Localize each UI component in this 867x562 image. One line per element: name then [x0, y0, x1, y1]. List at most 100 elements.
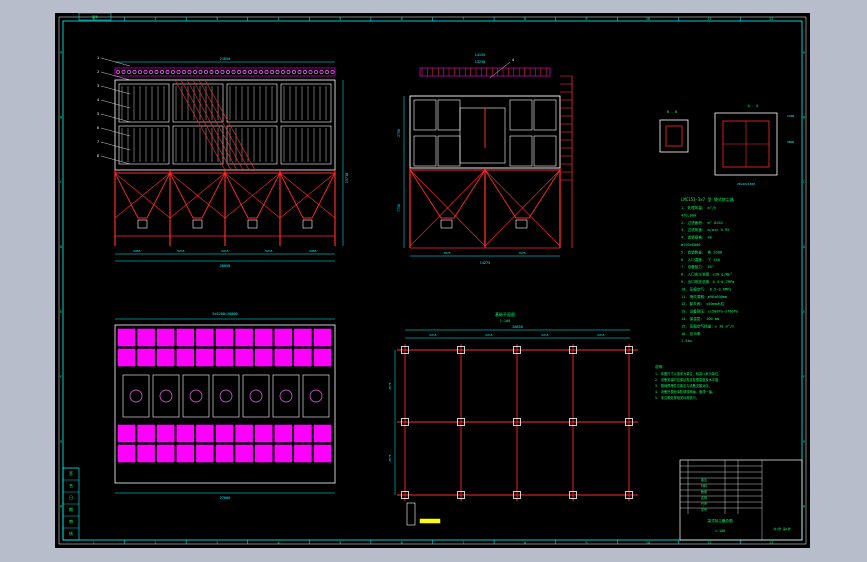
valve-circle	[165, 70, 170, 74]
valve-circle	[160, 70, 164, 74]
hopper	[409, 169, 486, 219]
spec-line: 6. 入口温度： ℃ 150	[681, 257, 720, 262]
notes-title: 说明：	[655, 364, 666, 369]
side-panel	[413, 99, 437, 131]
dim-front-total: 26858	[220, 264, 231, 268]
valve-circle	[171, 70, 175, 74]
grid-number-top: 3	[216, 17, 218, 21]
valve-circle	[248, 70, 252, 74]
plan-compartment	[242, 374, 270, 418]
leader-number: 5	[97, 112, 99, 116]
dim-foundation: 5215	[429, 333, 436, 337]
filter-cell	[176, 348, 195, 367]
filter-cell	[137, 424, 155, 443]
front-top-rail	[114, 67, 336, 77]
side-center-duct	[459, 107, 506, 164]
grid-number-top: 10	[646, 17, 650, 21]
notes-line: 3. 基础预埋件位置应与设备支腿对应。	[655, 383, 712, 388]
filter-cell	[196, 444, 214, 463]
spec-line: 16. 总功率	[681, 331, 701, 336]
leader-number: 6	[97, 126, 99, 130]
valve-circle	[204, 70, 208, 74]
notes-line: 1. 本图尺寸以毫米为单位，标高以米为单位。	[655, 371, 721, 376]
side-top-rail	[419, 67, 551, 77]
anchor-detail	[406, 502, 416, 526]
filter-cell	[156, 424, 175, 443]
filter-cell	[313, 444, 332, 463]
spec-line: ø130x6000	[681, 243, 700, 247]
dim-side-bottom: 7075	[443, 251, 450, 255]
leader-number: 4	[97, 98, 99, 102]
dim-foundation-side: 3575	[388, 454, 392, 461]
grid-letter-left: G	[60, 440, 62, 444]
grid-letter-left: A	[60, 50, 63, 54]
plan-view: 5x5200=26000 27000	[114, 312, 336, 500]
valve-circle	[286, 70, 291, 74]
valve-circle	[154, 70, 159, 74]
valve-circle	[325, 70, 329, 74]
hopper	[484, 169, 561, 219]
valve-circle	[242, 70, 247, 74]
inlet-hole	[249, 389, 263, 403]
dim-foundation: 5215	[597, 333, 604, 337]
grid-number-bottom: 1	[93, 541, 95, 545]
dim-front-bottom: 5285	[309, 249, 316, 253]
title-row-label: 序号	[701, 507, 707, 512]
inlet-hole	[189, 389, 203, 403]
filter-cell	[313, 328, 332, 347]
side-panel	[413, 135, 437, 167]
notes-line: 5. 未注明处按相关标准执行。	[655, 395, 699, 400]
dim-foundation: 5215	[541, 333, 548, 337]
spec-line: 9. 出口排放浓度：0.5~0.7MPa	[681, 279, 734, 284]
detail-left-box	[659, 119, 689, 153]
grid-number-top: 4	[277, 17, 279, 21]
valve-circle	[127, 70, 131, 74]
title-row-label: 名称	[701, 495, 707, 500]
valve-circle	[116, 70, 120, 74]
plan-compartment	[302, 374, 330, 418]
spec-line: 10. 压缩空气： 0.5~0.6MPa	[681, 286, 731, 291]
anchor-plate	[419, 518, 441, 524]
grid-number-bottom: 5	[339, 541, 341, 545]
leader-number: 1	[97, 56, 99, 60]
valve-circle	[281, 70, 285, 74]
leader-line	[100, 155, 131, 165]
valve-circle	[209, 70, 214, 74]
valve-circle	[264, 70, 269, 74]
leader-line	[100, 99, 131, 109]
grid-number-bottom: 11	[708, 541, 712, 545]
grid-letter-right: B	[803, 115, 805, 119]
detail-views: B - B A - A 1200 4800 20x40x1500	[659, 104, 794, 186]
dim-plan-top: 5x5200=26000	[212, 312, 237, 316]
title-sheet: 共1张 第1张	[773, 526, 790, 531]
detail-dim: 4800	[787, 140, 794, 144]
spec-title: LMC153-3x7 型 袋式除尘器	[681, 196, 734, 202]
binding-label: 期	[69, 506, 73, 512]
valve-circle	[319, 70, 324, 74]
filter-cell	[235, 444, 253, 463]
valve-circle	[275, 70, 280, 74]
front-view: 21850 5285 5215 5215 5215 5285 26858 15710 1 2 3 4 5…	[97, 56, 349, 268]
side-panel	[509, 99, 533, 131]
grid-letter-right: A	[803, 50, 806, 54]
front-compartment-upper	[226, 83, 278, 123]
specification-block: LMC153-3x7 型 袋式除尘器 1. 处理风量： m³/h 470,000 2…	[681, 196, 738, 343]
inlet-hole	[159, 389, 173, 403]
title-row-label: 材料	[701, 483, 707, 488]
filter-cell	[313, 348, 332, 367]
title-row-label: 备注	[701, 477, 707, 482]
plan-compartment	[152, 374, 180, 418]
side-panel	[533, 135, 557, 167]
foundation-title: 基础平面图	[495, 311, 515, 317]
valve-circle	[121, 70, 126, 74]
valve-circle	[149, 70, 153, 74]
inlet-hole	[129, 389, 143, 403]
valve-circle	[237, 70, 241, 74]
valve-circle	[303, 70, 307, 74]
filter-cell	[176, 444, 195, 463]
inlet-hole	[279, 389, 293, 403]
valve-circle	[259, 70, 263, 74]
spec-line: 2. 过滤面积： m² 8264	[681, 220, 723, 225]
filter-cell	[196, 424, 214, 443]
grid-letter-left: C	[60, 180, 62, 184]
